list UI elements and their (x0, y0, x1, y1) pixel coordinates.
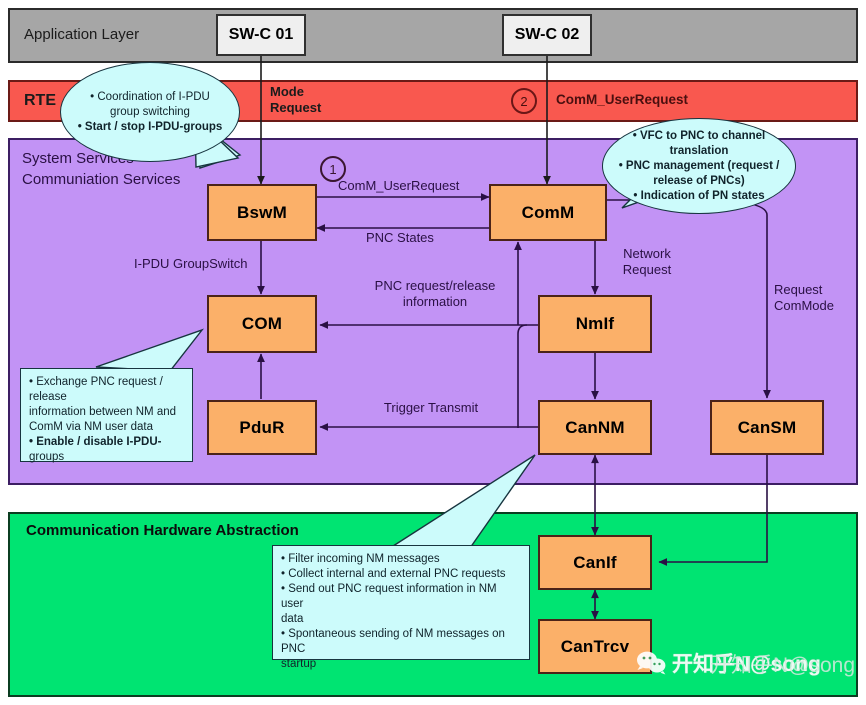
callout-line: • Coordination of I-PDU (90, 90, 210, 103)
callout-line: • Filter incoming NM messages (281, 553, 440, 565)
watermark: 开知乎N@song 开知乎N@song (636, 648, 855, 678)
callout-comm-text: • VFC to PNC to channel translation • PN… (619, 129, 780, 204)
layer-application: Application Layer (8, 8, 858, 63)
callout-line: • Send out PNC request information in NM… (281, 583, 497, 610)
callout-line: • Start / stop I-PDU-groups (77, 120, 223, 133)
module-comm[interactable]: ComM (489, 184, 607, 241)
module-canif[interactable]: CanIf (538, 535, 652, 590)
module-nmif-label: NmIf (575, 314, 615, 333)
step-marker-1-label: 1 (329, 161, 337, 177)
callout-line: data (281, 613, 304, 625)
module-comm-label: ComM (521, 202, 575, 222)
module-bswm-label: BswM (237, 202, 287, 222)
callout-bswm: • Coordination of I-PDU group switching … (60, 62, 240, 162)
module-com-label: COM (241, 314, 283, 333)
wechat-icon (637, 651, 666, 675)
callout-line: • Indication of PN states (633, 189, 765, 202)
module-cannm[interactable]: CanNM (538, 400, 652, 455)
layer-application-title: Application Layer (24, 26, 140, 43)
module-cantrcv[interactable]: CanTrcv (538, 619, 652, 674)
callout-comm: • VFC to PNC to channel translation • PN… (602, 118, 796, 214)
callout-line: • Collect internal and external PNC requ… (281, 568, 506, 580)
module-nmif[interactable]: NmIf (538, 295, 652, 353)
swc-02-label: SW-C 02 (514, 26, 580, 43)
module-pdur[interactable]: PduR (207, 400, 317, 455)
module-com[interactable]: COM (207, 295, 317, 353)
callout-line: startup (281, 658, 317, 670)
module-bswm[interactable]: BswM (207, 184, 317, 241)
layer-rte-title: RTE (24, 92, 56, 109)
callout-line: • VFC to PNC to channel (632, 129, 766, 142)
module-cansm-label: CanSM (737, 417, 797, 437)
edge-label-request-commode: Request ComMode (774, 282, 834, 313)
callout-line: • Exchange PNC request / (29, 376, 163, 388)
step-marker-2: 2 (511, 88, 537, 114)
layer-hardware-title: Communication Hardware Abstraction (26, 522, 299, 539)
swc-01-label: SW-C 01 (228, 26, 294, 43)
module-pdur-label: PduR (239, 417, 285, 437)
module-cansm[interactable]: CanSM (710, 400, 824, 455)
callout-com: • Exchange PNC request / release informa… (20, 368, 193, 463)
callout-line: ComM via NM user data (29, 421, 153, 433)
callout-line: • Spontaneous sending of NM messages on … (281, 628, 505, 655)
callout-line: groups (29, 451, 65, 463)
callout-line: information between NM and (29, 406, 177, 418)
edge-label-trigger-transmit: Trigger Transmit (383, 400, 479, 415)
swc-01-box[interactable]: SW-C 01 (216, 14, 306, 56)
callout-bswm-text: • Coordination of I-PDU group switching … (78, 90, 223, 135)
callout-line: group switching (110, 105, 190, 118)
callout-line: release of PNCs) (653, 174, 745, 187)
edge-label-pnc-request-release: PNC request/release information (374, 278, 496, 309)
watermark-secondary-text: 开知乎N@song (710, 654, 856, 677)
diagram-canvas: Application Layer RTE System Services Co… (0, 0, 866, 705)
callout-cannm: • Filter incoming NM messages • Collect … (272, 545, 530, 670)
edge-label-comm-userrequest: ComM_UserRequest (338, 178, 460, 193)
callout-line: • PNC management (request / (618, 159, 780, 172)
step-marker-2-label: 2 (520, 93, 528, 109)
module-canif-label: CanIf (573, 552, 617, 572)
callout-line: translation (669, 144, 729, 157)
callout-line: • Enable / disable I-PDU- (29, 436, 162, 448)
edge-label-pnc-states: PNC States (366, 230, 434, 245)
module-cannm-label: CanNM (565, 417, 625, 437)
callout-line: release (29, 391, 67, 403)
edge-label-ipdu-groupswitch: I-PDU GroupSwitch (134, 256, 248, 271)
module-cantrcv-label: CanTrcv (560, 636, 630, 656)
swc-02-box[interactable]: SW-C 02 (502, 14, 592, 56)
edge-label-mode-request: Mode Request (270, 84, 322, 115)
edge-label-comm-userrequest-rte: ComM_UserRequest (556, 92, 689, 107)
edge-label-network-request: Network Request (622, 246, 672, 277)
